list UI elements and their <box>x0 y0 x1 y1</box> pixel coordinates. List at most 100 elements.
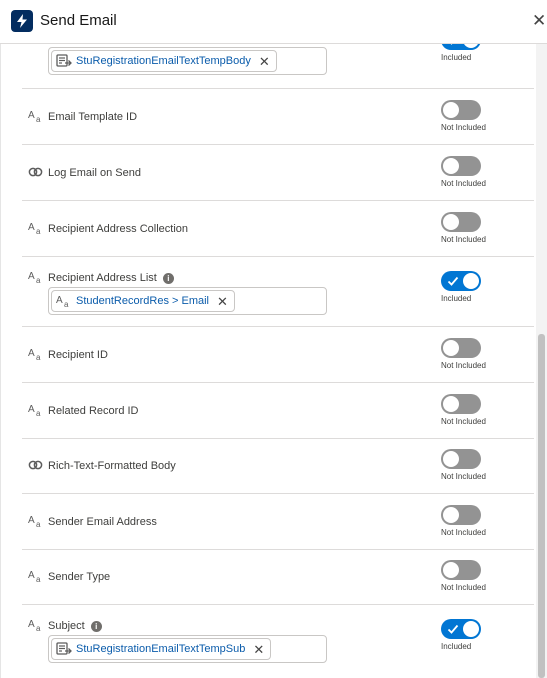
text-type-icon: Aa <box>28 403 44 418</box>
field-label-text: Rich-Text-Formatted Body <box>48 460 176 472</box>
info-icon[interactable]: i <box>90 621 102 632</box>
field-row: Aa Recipient Address List i Aa StudentRecord… <box>22 257 534 327</box>
field-label: Email Template ID <box>48 111 137 123</box>
field-label: Sender Type <box>48 571 110 583</box>
include-status: Not Included <box>441 528 486 537</box>
svg-text:A: A <box>28 404 35 415</box>
include-toggle[interactable] <box>441 449 481 469</box>
resource-pill[interactable]: StuRegistrationEmailTextTempBody ✕ <box>51 50 277 72</box>
include-status: Not Included <box>441 235 486 244</box>
include-toggle[interactable] <box>441 394 481 414</box>
text-type-icon: Aa <box>28 618 44 633</box>
text-type-icon: Aa <box>56 294 72 309</box>
include-status: Not Included <box>441 361 486 370</box>
field-row: Aa Recipient Address Collection Not Includ… <box>22 201 534 257</box>
toggle-knob <box>443 507 459 523</box>
svg-text:a: a <box>36 520 41 528</box>
field-label-text: Email Template ID <box>48 111 138 123</box>
checkmark-icon <box>447 274 459 286</box>
close-button[interactable]: ✕ <box>532 12 546 30</box>
field-label-text: Recipient Address List <box>48 272 157 284</box>
remove-pill-icon[interactable]: ✕ <box>253 643 264 656</box>
include-status: Not Included <box>441 583 486 592</box>
field-row: Aa Subject i StuRegistrationEmailTextTempSu… <box>22 605 534 678</box>
toggle-knob <box>443 214 459 230</box>
resource-pill-label: StuRegistrationEmailTextTempSub <box>76 643 246 655</box>
fields-scroll-area[interactable]: StuRegistrationEmailTextTempBody ✕ Include… <box>0 44 536 678</box>
field-label: Related Record ID <box>48 405 139 417</box>
include-toggle[interactable] <box>441 505 481 525</box>
svg-text:A: A <box>28 348 35 359</box>
field-label: Sender Email Address <box>48 516 157 528</box>
lightning-icon <box>11 10 33 32</box>
field-label-text: Recipient Address Collection <box>48 223 189 235</box>
include-status: Not Included <box>441 472 486 481</box>
toggle-knob <box>443 340 459 356</box>
svg-text:a: a <box>36 575 41 583</box>
field-row: Log Email on Send Not Included <box>22 145 534 201</box>
template-icon <box>56 54 72 68</box>
field-row: Aa Sender Email Address Not Included <box>22 494 534 550</box>
svg-text:a: a <box>36 409 41 417</box>
field-label-text: Related Record ID <box>48 405 139 417</box>
toggle-knob <box>463 621 479 637</box>
include-toggle[interactable] <box>441 100 481 120</box>
field-row: Rich-Text-Formatted Body Not Included <box>22 438 534 494</box>
svg-text:a: a <box>64 300 69 308</box>
modal-title: Send Email <box>40 12 117 29</box>
svg-text:A: A <box>28 515 35 526</box>
field-row: Aa Related Record ID Not Included <box>22 383 534 439</box>
include-status: Not Included <box>441 123 486 132</box>
field-label-text: Log Email on Send <box>48 167 141 179</box>
include-toggle[interactable] <box>441 212 481 232</box>
svg-text:a: a <box>36 353 41 361</box>
template-icon <box>56 642 72 656</box>
include-status: Included <box>441 53 472 62</box>
field-label-text: Sender Type <box>48 571 111 583</box>
resource-input[interactable]: StuRegistrationEmailTextTempSub ✕ <box>48 635 327 663</box>
remove-pill-icon[interactable]: ✕ <box>259 55 270 68</box>
svg-text:a: a <box>36 276 41 284</box>
remove-pill-icon[interactable]: ✕ <box>217 295 228 308</box>
include-toggle[interactable] <box>441 156 481 176</box>
resource-pill[interactable]: StuRegistrationEmailTextTempSub ✕ <box>51 638 272 660</box>
boolean-type-icon <box>28 458 44 472</box>
field-label: Rich-Text-Formatted Body <box>48 460 176 472</box>
toggle-knob <box>443 451 459 467</box>
resource-pill-label: StuRegistrationEmailTextTempBody <box>76 55 251 67</box>
resource-pill-label: StudentRecordRes > Email <box>76 295 209 307</box>
text-type-icon: Aa <box>28 270 44 285</box>
field-row: Aa Recipient ID Not Included <box>22 327 534 383</box>
toggle-knob <box>463 44 479 48</box>
field-label: Log Email on Send <box>48 167 141 179</box>
field-row: Aa Email Template ID Not Included <box>22 89 534 145</box>
svg-text:a: a <box>36 115 41 123</box>
text-type-icon: Aa <box>28 221 44 236</box>
include-toggle[interactable] <box>441 338 481 358</box>
toggle-knob <box>443 158 459 174</box>
include-toggle[interactable] <box>441 271 481 291</box>
field-label: Recipient ID <box>48 349 108 361</box>
checkmark-icon <box>447 622 459 634</box>
include-toggle[interactable] <box>441 619 481 639</box>
field-row: StuRegistrationEmailTextTempBody ✕ Include… <box>22 44 534 89</box>
scrollbar[interactable] <box>536 44 547 678</box>
field-label-text: Subject <box>48 620 85 632</box>
text-type-icon: Aa <box>28 109 44 124</box>
svg-text:A: A <box>56 295 63 306</box>
resource-input[interactable]: Aa StudentRecordRes > Email ✕ <box>48 287 327 315</box>
boolean-type-icon <box>28 165 44 179</box>
info-icon[interactable]: i <box>162 273 174 284</box>
resource-input[interactable]: StuRegistrationEmailTextTempBody ✕ <box>48 47 327 75</box>
include-toggle[interactable] <box>441 44 481 50</box>
include-toggle[interactable] <box>441 560 481 580</box>
include-status: Included <box>441 642 472 651</box>
svg-text:A: A <box>28 271 35 282</box>
scrollbar-thumb[interactable] <box>538 334 545 678</box>
svg-text:a: a <box>36 227 41 235</box>
include-status: Not Included <box>441 179 486 188</box>
field-label: Subject i <box>48 620 102 632</box>
svg-text:a: a <box>36 624 41 632</box>
resource-pill[interactable]: Aa StudentRecordRes > Email ✕ <box>51 290 235 312</box>
svg-text:A: A <box>28 110 35 121</box>
